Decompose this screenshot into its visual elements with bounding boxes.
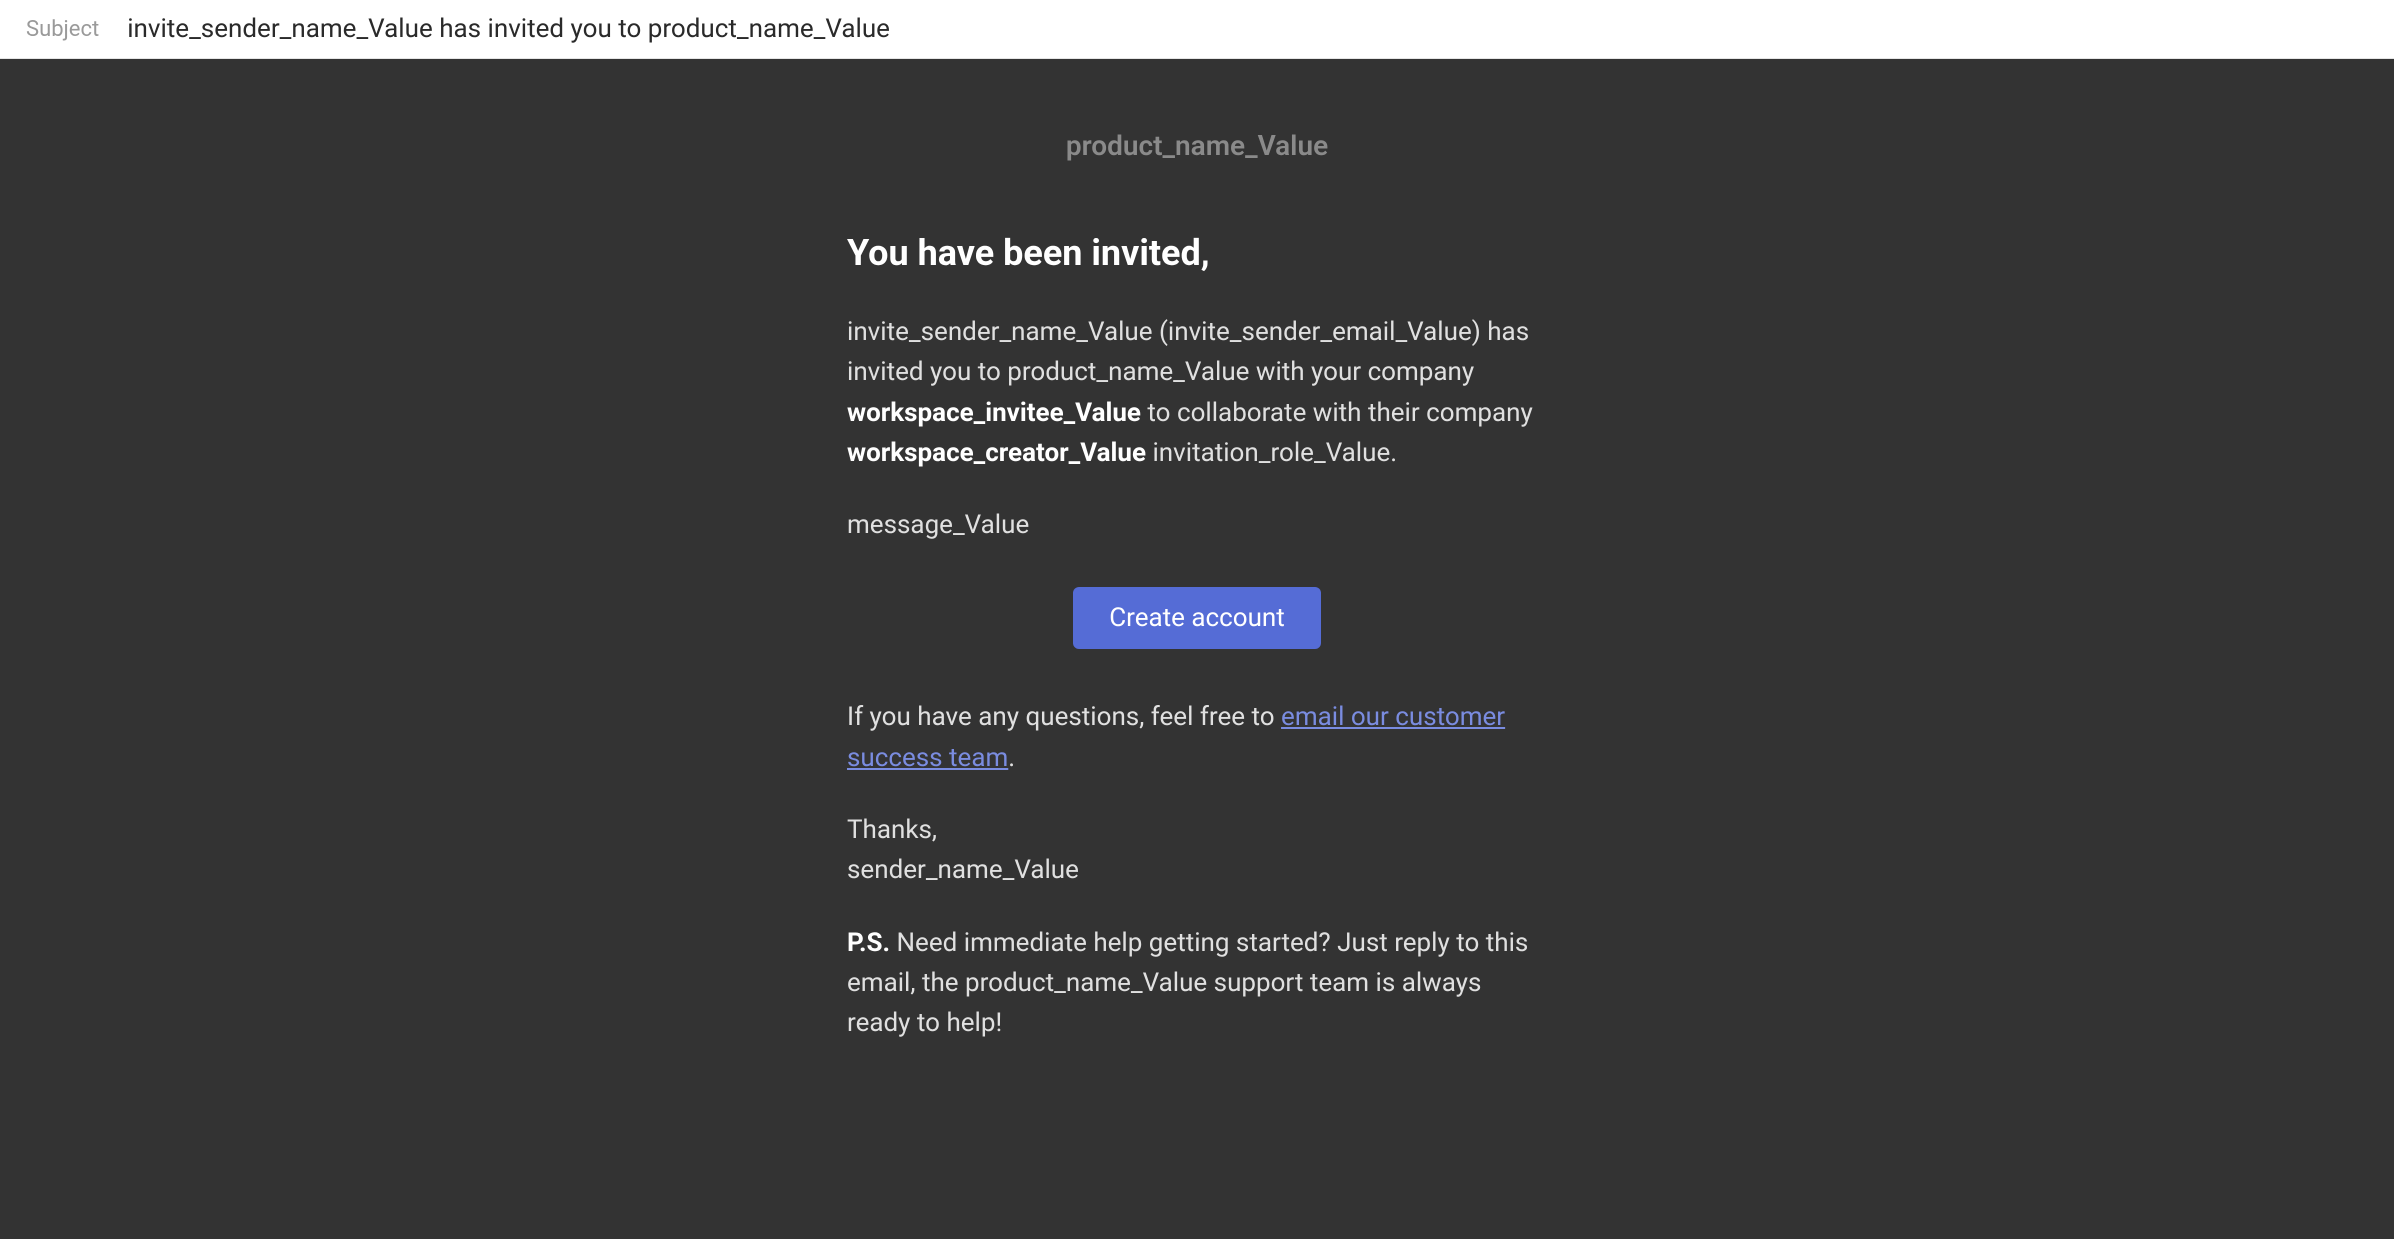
intro-text-2: to collaborate with their company: [1141, 398, 1533, 428]
signoff: Thanks, sender_name_Value: [847, 810, 1547, 891]
intro-text-3: invitation_role_Value.: [1146, 438, 1397, 468]
subject-text: invite_sender_name_Value has invited you…: [127, 14, 890, 44]
thanks-text: Thanks,: [847, 815, 937, 845]
workspace-creator: workspace_creator_Value: [847, 438, 1146, 468]
email-container: product_name_Value You have been invited…: [747, 99, 1647, 1044]
create-account-button[interactable]: Create account: [1073, 587, 1321, 649]
sender-name: sender_name_Value: [847, 855, 1079, 885]
intro-text-1: invite_sender_name_Value (invite_sender_…: [847, 317, 1529, 387]
ps-label: P.S.: [847, 928, 890, 958]
postscript: P.S. Need immediate help getting started…: [847, 923, 1547, 1044]
questions-paragraph: If you have any questions, feel free to …: [847, 697, 1547, 778]
questions-suffix: .: [1008, 743, 1015, 773]
invitation-message: message_Value: [847, 505, 1547, 545]
email-body: product_name_Value You have been invited…: [0, 59, 2394, 1239]
product-name-header: product_name_Value: [747, 99, 1647, 232]
email-content: You have been invited, invite_sender_nam…: [747, 232, 1647, 1044]
questions-prefix: If you have any questions, feel free to: [847, 702, 1281, 732]
subject-label: Subject: [26, 17, 99, 42]
invitation-heading: You have been invited,: [847, 232, 1547, 274]
cta-wrapper: Create account: [847, 587, 1547, 649]
invitation-intro: invite_sender_name_Value (invite_sender_…: [847, 312, 1547, 473]
workspace-invitee: workspace_invitee_Value: [847, 398, 1141, 428]
ps-text: Need immediate help getting started? Jus…: [847, 928, 1528, 1039]
subject-bar: Subject invite_sender_name_Value has inv…: [0, 0, 2394, 59]
